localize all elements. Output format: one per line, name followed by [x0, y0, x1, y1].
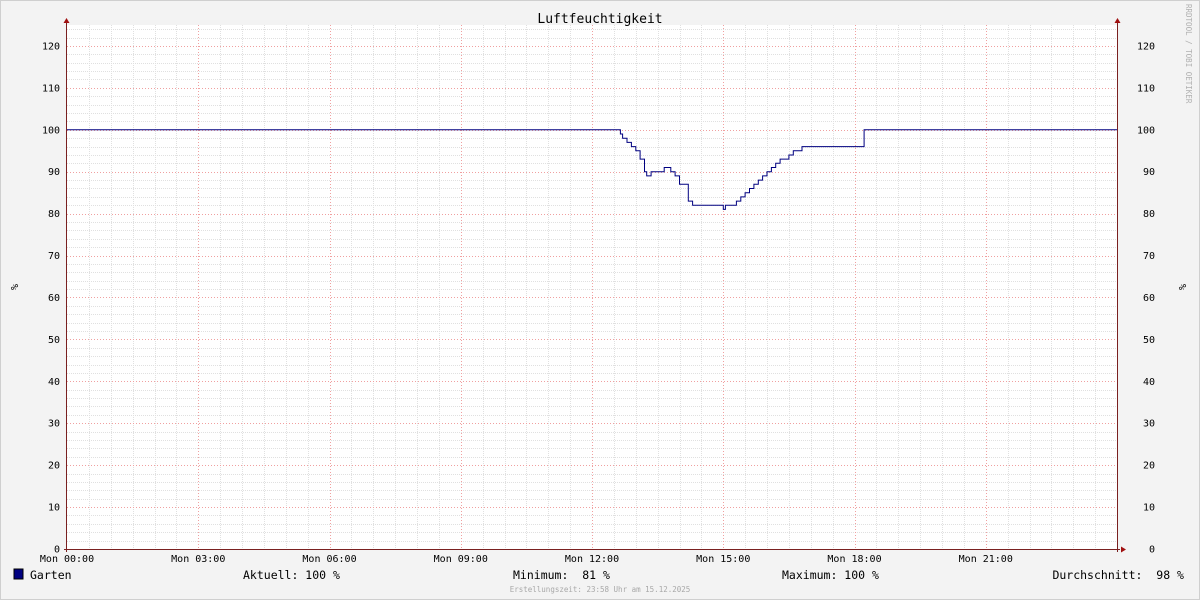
legend-aktuell: Aktuell: 100 % [243, 568, 340, 582]
y-tick-label-left: 100 [42, 125, 60, 136]
y-tick-label-left: 70 [48, 251, 60, 262]
x-tick-label: Mon 09:00 [434, 554, 488, 565]
y-tick-label-right: 80 [1143, 209, 1155, 220]
y-tick-label-left: 120 [42, 41, 60, 52]
y-tick-label-right: 10 [1143, 503, 1155, 514]
y-tick-label-right: 70 [1143, 251, 1155, 262]
legend-durchschnitt: Durchschnitt: 98 % [1052, 568, 1184, 582]
footer-timestamp: Erstellungszeit: 23:58 Uhr am 15.12.2025 [510, 585, 691, 594]
y-tick-label-right: 20 [1143, 461, 1155, 472]
y-tick-label-left: 80 [48, 209, 60, 220]
y-tick-label-left: 60 [48, 293, 60, 304]
x-tick-label: Mon 06:00 [302, 554, 356, 565]
x-tick-label: Mon 03:00 [171, 554, 225, 565]
y-tick-label-left: 110 [42, 83, 60, 94]
legend-maximum: Maximum: 100 % [782, 568, 879, 582]
y-tick-label-right: 50 [1143, 335, 1155, 346]
y-axis-unit-right: % [1176, 284, 1187, 290]
y-tick-label-left: 40 [48, 377, 60, 388]
y-tick-label-right: 100 [1137, 125, 1155, 136]
chart-title: Luftfeuchtigkeit [537, 12, 662, 27]
x-tick-label: Mon 00:00 [40, 554, 94, 565]
y-tick-label-right: 40 [1143, 377, 1155, 388]
legend-label-garten: Garten [30, 568, 72, 582]
y-tick-label-left: 90 [48, 167, 60, 178]
x-tick-label: Mon 15:00 [696, 554, 750, 565]
y-tick-label-left: 30 [48, 419, 60, 430]
rrdtool-watermark: RRDTOOL / TOBI OETIKER [1184, 4, 1193, 104]
y-tick-label-right: 120 [1137, 41, 1155, 52]
legend-swatch-garten [13, 568, 24, 580]
y-tick-label-right: 90 [1143, 167, 1155, 178]
y-tick-label-right: 0 [1149, 545, 1155, 556]
y-tick-label-left: 20 [48, 461, 60, 472]
legend-minimum: Minimum: 81 % [513, 568, 610, 582]
x-tick-label: Mon 21:00 [959, 554, 1013, 565]
x-tick-label: Mon 12:00 [565, 554, 619, 565]
y-tick-label-left: 10 [48, 503, 60, 514]
y-tick-label-right: 30 [1143, 419, 1155, 430]
y-tick-label-left: 50 [48, 335, 60, 346]
y-tick-label-right: 110 [1137, 83, 1155, 94]
y-tick-label-right: 60 [1143, 293, 1155, 304]
x-tick-label: Mon 18:00 [827, 554, 881, 565]
y-axis-unit-left: % [8, 284, 19, 290]
humidity-chart: 0 010 1020 2030 3040 4050 5060 6070 7080 8090 9010… [0, 0, 1200, 600]
